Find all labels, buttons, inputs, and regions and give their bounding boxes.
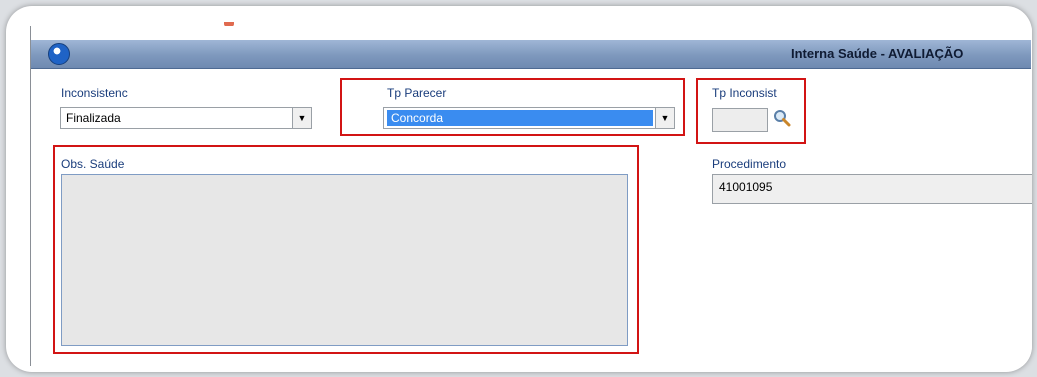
procedimento-label: Procedimento <box>712 157 787 171</box>
highlight-box-tp-parecer <box>340 78 685 136</box>
inconsistenc-label: Inconsistenc <box>61 86 128 100</box>
window-titlebar: Interna Saúde - AVALIAÇÃO <box>31 40 1031 69</box>
app-logo-icon[interactable] <box>48 43 70 65</box>
procedimento-input[interactable]: 41001095 <box>712 174 1032 204</box>
window-title: Interna Saúde - AVALIAÇÃO <box>791 46 964 61</box>
procedimento-value: 41001095 <box>719 180 773 194</box>
highlight-box-tp-inconsist <box>696 78 806 144</box>
highlight-box-obs-saude <box>53 145 639 354</box>
inconsistenc-value: Finalizada <box>66 111 121 125</box>
chevron-down-icon[interactable]: ▼ <box>292 108 311 128</box>
form-window: Interna Saúde - AVALIAÇÃO Inconsistenc F… <box>30 26 1032 366</box>
screenshot-frame: Interna Saúde - AVALIAÇÃO Inconsistenc F… <box>6 6 1032 372</box>
inconsistenc-select[interactable]: Finalizada ▼ <box>60 107 312 129</box>
